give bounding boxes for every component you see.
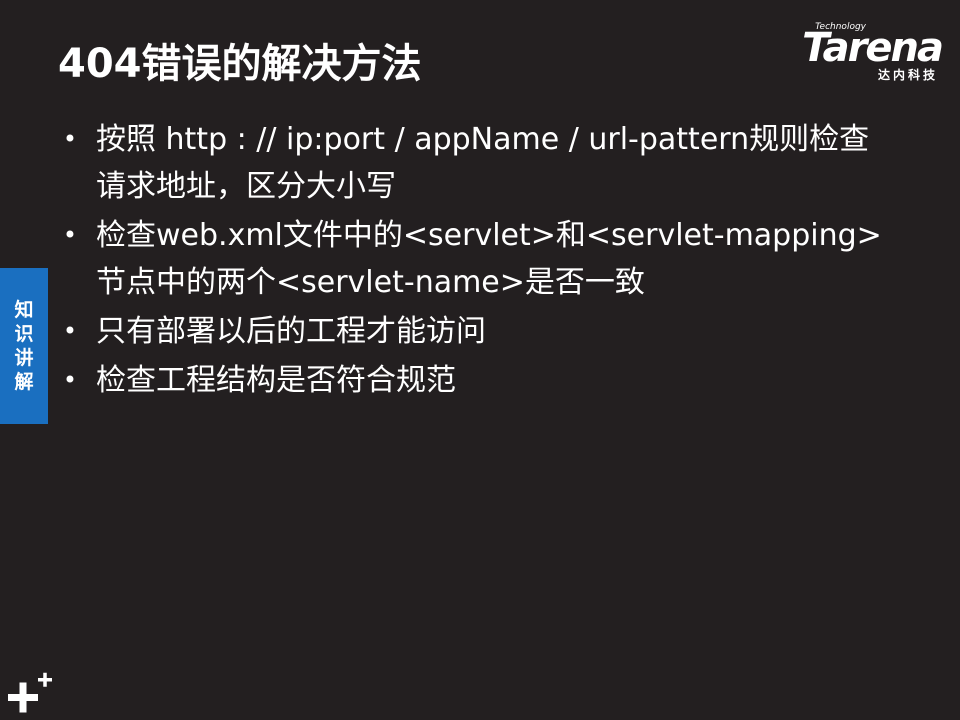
- plus-icon: [8, 672, 52, 713]
- bullet-text-line: 请求地址，区分大小写: [96, 169, 396, 204]
- bullet-item: • 只有部署以后的工程才能访问: [60, 308, 940, 355]
- slide-title: 404错误的解决方法: [58, 41, 422, 87]
- bullet-item: • 检查工程结构是否符合规范: [60, 357, 940, 404]
- section-tab-char: 识: [14, 323, 34, 345]
- section-tab-char: 解: [14, 371, 34, 393]
- section-tab-char: 知: [14, 299, 34, 321]
- bullet-dot-icon: •: [62, 317, 78, 345]
- bullet-text-line: 按照 http : // ip:port / appName / url-pat…: [96, 122, 870, 157]
- bullet-item: • 按照 http : // ip:port / appName / url-p…: [60, 116, 940, 210]
- bullet-dot-icon: •: [62, 125, 78, 153]
- bullet-list: • 按照 http : // ip:port / appName / url-p…: [60, 116, 940, 406]
- bullet-text-line: 只有部署以后的工程才能访问: [96, 314, 486, 349]
- logo-wordmark: Tarena: [802, 25, 944, 71]
- bullet-text-line: 检查web.xml文件中的<servlet>和<servlet-mapping>: [96, 218, 882, 253]
- tarena-logo: Technology Tarena 达内科技: [772, 22, 944, 84]
- slide: 404错误的解决方法 Technology Tarena 达内科技 知 识 讲 …: [0, 0, 960, 720]
- section-tab: 知 识 讲 解: [0, 268, 48, 424]
- bullet-dot-icon: •: [62, 366, 78, 394]
- section-tab-char: 讲: [14, 347, 34, 369]
- bullet-dot-icon: •: [62, 221, 78, 249]
- bullet-text-line: 节点中的两个<servlet-name>是否一致: [96, 265, 645, 300]
- bullet-item: • 检查web.xml文件中的<servlet>和<servlet-mappin…: [60, 212, 940, 306]
- bullet-text-line: 检查工程结构是否符合规范: [96, 363, 456, 398]
- logo-subtitle: 达内科技: [877, 68, 938, 82]
